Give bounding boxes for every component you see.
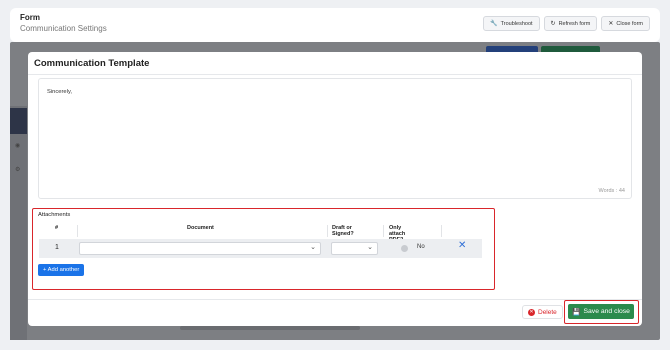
refresh-form-button[interactable]: ↻ Refresh form [543, 16, 598, 31]
save-and-close-button[interactable]: 💾 Save and close [568, 304, 634, 319]
header-separator [383, 225, 384, 237]
delete-label: Delete [538, 308, 557, 316]
add-another-button[interactable]: + Add another [38, 264, 85, 276]
column-draft-or-signed: Draft or Signed? [332, 225, 354, 237]
save-highlight: 💾 Save and close [564, 300, 639, 324]
footer-divider [28, 299, 642, 300]
save-and-close-label: Save and close [583, 308, 630, 315]
wrench-icon: 🔧 [490, 20, 498, 27]
form-header: Form Communication Settings 🔧 Troublesho… [10, 8, 660, 42]
delete-button[interactable]: ✕ Delete [522, 305, 563, 319]
form-subtitle: Communication Settings [20, 24, 107, 33]
column-document: Document [187, 225, 214, 231]
attachments-title: Attachments [38, 212, 71, 218]
background-text [180, 326, 360, 330]
modal-divider [28, 74, 642, 75]
remove-row-icon[interactable]: ✕ [458, 241, 466, 251]
modal-title: Communication Template [34, 58, 150, 69]
refresh-form-label: Refresh form [558, 20, 591, 27]
close-form-label: Close form [616, 20, 643, 27]
attachments-section: Attachments # Document Draft or Signed? … [32, 208, 495, 290]
table-row: 1 ⌄ ⌄ No ✕ [39, 239, 482, 258]
background-sidebar-active-item [10, 108, 27, 134]
header-separator [77, 225, 78, 237]
column-number: # [55, 225, 59, 231]
close-icon: ✕ [608, 20, 614, 27]
only-pdf-toggle[interactable] [401, 245, 408, 252]
form-title: Form [20, 13, 40, 22]
row-number: 1 [55, 244, 59, 251]
draft-or-signed-select[interactable]: ⌄ [331, 242, 378, 255]
template-editor[interactable]: Sincerely, Words : 44 [38, 78, 632, 199]
chevron-down-icon: ⌄ [367, 244, 373, 251]
gear-icon: ⚙ [15, 167, 21, 173]
close-form-button[interactable]: ✕ Close form [601, 16, 650, 31]
header-separator [327, 225, 328, 237]
editor-content[interactable]: Sincerely, [47, 89, 72, 95]
tag-icon: ◉ [15, 143, 21, 149]
refresh-icon: ↻ [550, 20, 556, 27]
communication-template-modal: Communication Template Sincerely, Words … [28, 52, 642, 326]
save-icon: 💾 [572, 308, 581, 316]
delete-icon: ✕ [528, 308, 535, 316]
word-count: Words : 44 [598, 188, 626, 194]
header-actions: 🔧 Troubleshoot ↻ Refresh form ✕ Close fo… [483, 16, 650, 31]
only-pdf-value: No [417, 244, 425, 250]
document-select[interactable]: ⌄ [79, 242, 321, 255]
troubleshoot-button[interactable]: 🔧 Troubleshoot [483, 16, 540, 31]
troubleshoot-label: Troubleshoot [500, 20, 533, 27]
header-separator [441, 225, 442, 237]
chevron-down-icon: ⌄ [310, 244, 316, 251]
